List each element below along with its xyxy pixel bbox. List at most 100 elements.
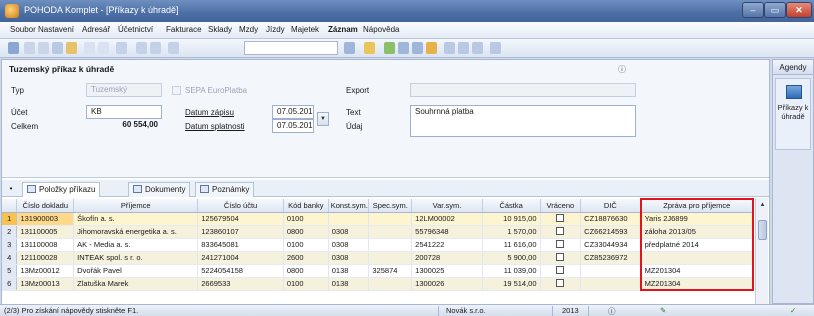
datum-splatnosti-field[interactable]: 07.05.2013	[272, 119, 314, 133]
cell-vraceno[interactable]	[540, 264, 582, 278]
table-row[interactable]: 3 131100008 AK - Media a. s. 833645081 0…	[2, 238, 755, 252]
maximize-button[interactable]: ▭	[764, 2, 786, 18]
cell-cislo-dokladu[interactable]: 121100028	[16, 251, 75, 265]
vraceno-checkbox[interactable]	[556, 266, 565, 274]
vraceno-checkbox[interactable]	[556, 240, 565, 248]
cell-zprava[interactable]: předplatné 2014	[639, 238, 755, 252]
print-icon[interactable]	[150, 42, 161, 54]
cell-spec-sym[interactable]	[368, 225, 413, 239]
cell-var-sym[interactable]: 2541222	[411, 238, 483, 252]
ucet-field[interactable]: KB	[86, 105, 162, 119]
menu-nastaveni[interactable]: Nastavení	[38, 25, 74, 34]
col-spec-sym[interactable]: Spec.sym.	[368, 199, 413, 213]
cell-konst-sym[interactable]: 0138	[328, 264, 370, 278]
menu-napoveda[interactable]: Nápověda	[363, 25, 399, 34]
filter-icon[interactable]	[344, 42, 355, 54]
cell-var-sym[interactable]: 12LM00002	[411, 212, 483, 226]
cell-prijemce[interactable]: Zlatuška Marek	[73, 277, 199, 291]
vraceno-checkbox[interactable]	[556, 253, 565, 261]
col-cislo-uctu[interactable]: Číslo účtu	[197, 199, 284, 213]
col-vraceno[interactable]: Vráceno	[540, 199, 582, 213]
vertical-scrollbar[interactable]: ▲ ▼	[755, 198, 768, 316]
cell-cislo-uctu[interactable]: 2669533	[197, 277, 284, 291]
sepa-checkbox[interactable]	[172, 86, 181, 95]
col-cislo-dokladu[interactable]: Číslo dokladu	[16, 199, 75, 213]
cell-kod-banky[interactable]: 0800	[283, 225, 329, 239]
table-row[interactable]: 1 131900003 Škofín a. s. 125679504 0100 …	[2, 212, 755, 226]
calendar-dropdown-icon[interactable]: ▼	[317, 112, 329, 126]
quick-search-combo[interactable]	[244, 41, 338, 55]
menu-soubor[interactable]: Soubor	[10, 25, 36, 34]
col-kod-banky[interactable]: Kód banky	[283, 199, 329, 213]
cell-castka[interactable]: 5 900,00	[482, 251, 541, 265]
cell-prijemce[interactable]: Dvořák Pavel	[73, 264, 199, 278]
new-record-icon[interactable]	[84, 42, 95, 54]
agenda-icon[interactable]	[8, 42, 19, 54]
cell-dic[interactable]: CZ66214593	[580, 225, 642, 239]
cell-spec-sym[interactable]: 325874	[368, 264, 413, 278]
cell-cislo-uctu[interactable]: 123860107	[197, 225, 284, 239]
close-button[interactable]: ✕	[786, 2, 812, 18]
cell-spec-sym[interactable]	[368, 212, 413, 226]
cell-vraceno[interactable]	[540, 238, 582, 252]
cell-vraceno[interactable]	[540, 277, 582, 291]
table-row[interactable]: 2 131100005 Jihomoravská energetika a. s…	[2, 225, 755, 239]
cell-prijemce[interactable]: INTEAK spol. s r. o.	[73, 251, 199, 265]
vraceno-checkbox[interactable]	[556, 227, 565, 235]
col-dic[interactable]: DIČ	[580, 199, 642, 213]
cell-spec-sym[interactable]	[368, 277, 413, 291]
cell-konst-sym[interactable]: 0138	[328, 277, 370, 291]
copy-icon[interactable]	[52, 42, 63, 54]
menu-zaznam[interactable]: Záznam	[328, 25, 358, 34]
cell-castka[interactable]: 10 915,00	[482, 212, 541, 226]
cell-cislo-dokladu[interactable]: 13Mz00013	[16, 277, 75, 291]
help-icon[interactable]	[490, 42, 501, 54]
find-icon[interactable]	[38, 42, 49, 54]
text-field[interactable]: Souhrnná platba	[410, 105, 636, 137]
green-icon[interactable]	[384, 42, 395, 54]
vraceno-checkbox[interactable]	[556, 279, 565, 287]
cell-cislo-uctu[interactable]: 241271004	[197, 251, 284, 265]
tab-dokumenty[interactable]: Dokumenty	[128, 182, 191, 197]
cell-castka[interactable]: 11 039,00	[482, 264, 541, 278]
col-konst-sym[interactable]: Konst.sym.	[328, 199, 370, 213]
col-prijemce[interactable]: Příjemce	[73, 199, 199, 213]
minimize-button[interactable]: –	[742, 2, 764, 18]
table-row[interactable]: 6 13Mz00013 Zlatuška Marek 2669533 0100 …	[2, 277, 755, 291]
cell-cislo-uctu[interactable]: 5224054158	[197, 264, 284, 278]
cell-prijemce[interactable]: Jihomoravská energetika a. s.	[73, 225, 199, 239]
cell-cislo-uctu[interactable]: 833645081	[197, 238, 284, 252]
grid-icon[interactable]	[458, 42, 469, 54]
cell-castka[interactable]: 1 570,00	[482, 225, 541, 239]
cell-konst-sym[interactable]: 0308	[328, 251, 370, 265]
cell-var-sym[interactable]: 55796348	[411, 225, 483, 239]
col-castka[interactable]: Částka	[482, 199, 541, 213]
cell-zprava[interactable]: MZ201304	[639, 277, 755, 291]
cell-dic[interactable]: CZ18876630	[580, 212, 642, 226]
folder-icon[interactable]	[66, 42, 77, 54]
col-zprava-pro-prijemce[interactable]: Zpráva pro příjemce	[639, 198, 755, 213]
tab-poznamky[interactable]: Poznámky	[195, 182, 255, 197]
table-row[interactable]: 4 121100028 INTEAK spol. s r. o. 2412710…	[2, 251, 755, 265]
col-var-sym[interactable]: Var.sym.	[411, 199, 483, 213]
edit-icon[interactable]	[98, 42, 109, 54]
menu-ucetnictvi[interactable]: Účetnictví	[118, 25, 153, 34]
cell-castka[interactable]: 19 514,00	[482, 277, 541, 291]
table-row[interactable]: 5 13Mz00012 Dvořák Pavel 5224054158 0800…	[2, 264, 755, 278]
cell-kod-banky[interactable]: 0100	[283, 212, 329, 226]
info-icon[interactable]: ⓘ	[618, 64, 626, 75]
cell-konst-sym[interactable]: 0308	[328, 238, 370, 252]
scroll-thumb[interactable]	[758, 220, 767, 240]
datum-zapisu-field[interactable]: 07.05.2013	[272, 105, 314, 119]
cell-kod-banky[interactable]: 2600	[283, 251, 329, 265]
cell-dic[interactable]: CZ85236972	[580, 251, 642, 265]
cell-kod-banky[interactable]: 0100	[283, 238, 329, 252]
tab-polozky[interactable]: Položky příkazu	[22, 182, 101, 197]
cell-var-sym[interactable]: 1300026	[411, 277, 483, 291]
tag-icon[interactable]	[364, 42, 375, 54]
list-icon[interactable]	[472, 42, 483, 54]
cell-cislo-dokladu[interactable]: 131100008	[16, 238, 75, 252]
table-icon[interactable]	[398, 42, 409, 54]
cell-dic[interactable]	[580, 264, 642, 278]
cell-dic[interactable]: CZ33044934	[580, 238, 642, 252]
